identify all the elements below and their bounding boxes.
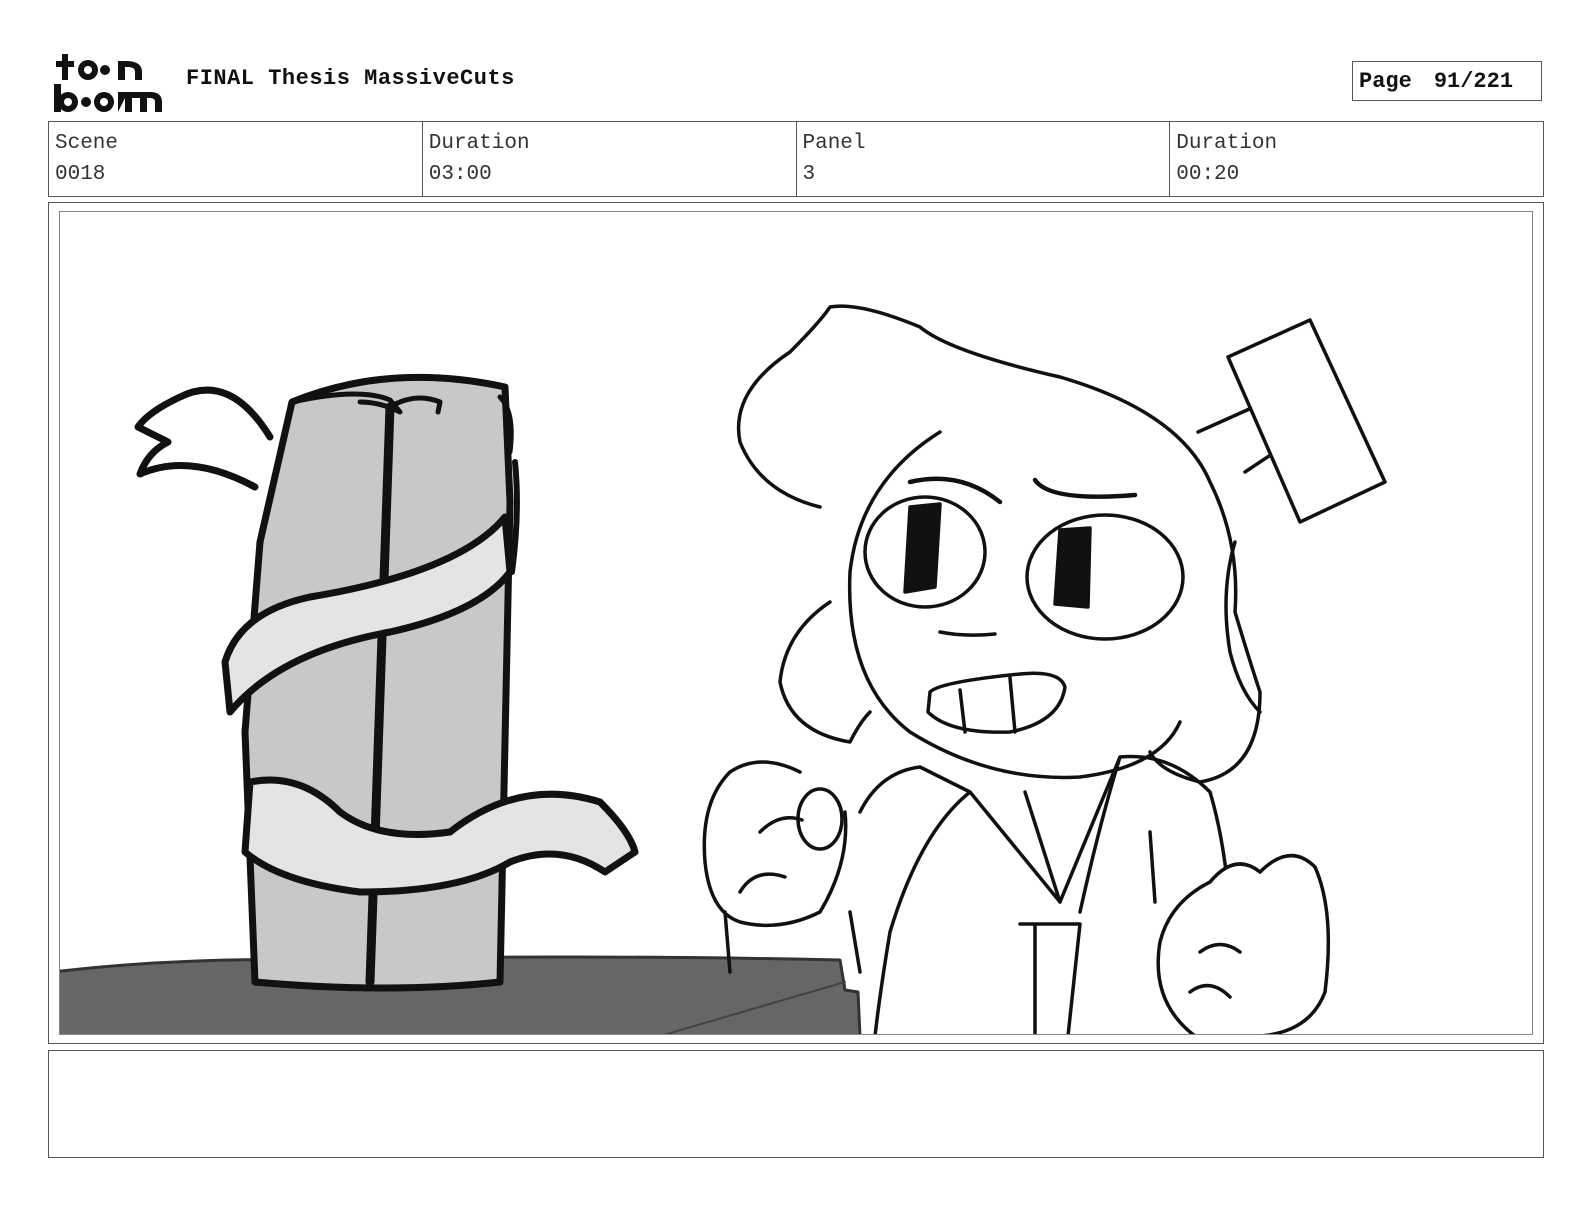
page-indicator: Page 91/221 xyxy=(1352,61,1542,101)
right-fist xyxy=(1156,853,1331,1034)
mouth xyxy=(926,671,1067,734)
rolled-scroll xyxy=(241,373,520,992)
toonboom-logo xyxy=(50,50,166,114)
panel-duration-label: Duration xyxy=(1176,132,1278,155)
character xyxy=(702,304,1387,1034)
scene-cell: Scene 0018 xyxy=(49,122,423,196)
panel-value: 3 xyxy=(802,163,816,186)
panel-cell: Panel 3 xyxy=(797,122,1171,196)
scene-duration-label: Duration xyxy=(428,132,530,155)
toonboom-logo-icon xyxy=(54,54,162,112)
scene-value: 0018 xyxy=(55,163,106,186)
page-number: 91/221 xyxy=(1433,68,1514,94)
panel-duration-value: 00:20 xyxy=(1176,163,1240,186)
panel-drawing-area xyxy=(59,211,1533,1035)
panel-label: Panel xyxy=(802,132,866,155)
scene-duration-cell: Duration 03:00 xyxy=(423,122,797,196)
scene-info-table: Scene 0018 Duration 03:00 Panel 3 Durati… xyxy=(48,121,1544,197)
scene-duration-value: 03:00 xyxy=(428,163,492,186)
scene-label: Scene xyxy=(55,132,119,155)
storyboard-sketch xyxy=(60,304,1387,1034)
panel-notes xyxy=(48,1050,1544,1158)
storyboard-panel xyxy=(48,202,1544,1044)
ribbon-top xyxy=(134,386,274,491)
project-title: FINAL Thesis MassiveCuts xyxy=(186,66,515,91)
panel-duration-cell: Duration 00:20 xyxy=(1170,122,1543,196)
page-label: Page xyxy=(1359,68,1412,94)
